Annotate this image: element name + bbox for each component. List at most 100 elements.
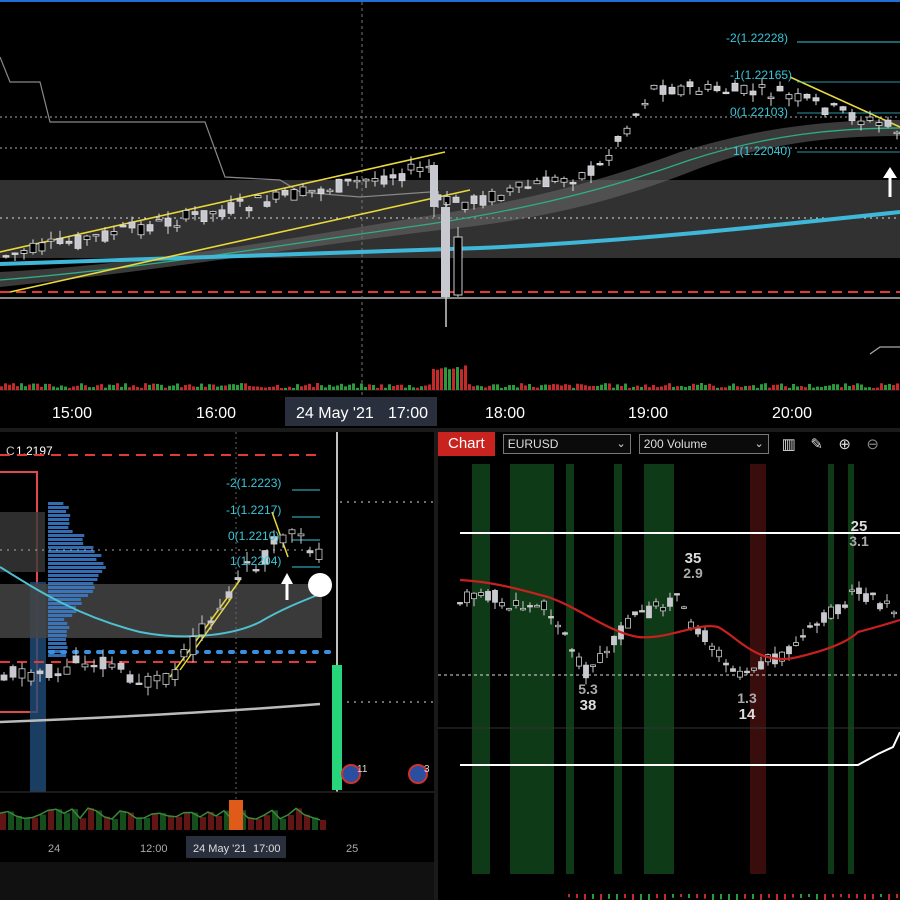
time-label-crosshair-time: 17:00 <box>253 843 281 855</box>
candle <box>870 592 876 601</box>
candle <box>279 533 287 548</box>
candle <box>740 84 748 97</box>
candle <box>492 588 498 609</box>
candle <box>416 161 424 178</box>
time-label-crosshair-date: 24 May '21 <box>296 405 374 422</box>
svg-text:3: 3 <box>424 764 430 775</box>
session-shading <box>472 464 854 874</box>
candle <box>776 81 784 92</box>
candle <box>306 546 314 557</box>
candle <box>464 588 470 607</box>
candle <box>639 604 645 613</box>
candle <box>614 135 622 148</box>
candle <box>542 170 550 188</box>
fib-label: 0(1.2210) <box>228 529 279 543</box>
time-label: 25 <box>346 843 358 855</box>
candle <box>812 93 820 106</box>
candle <box>723 659 729 673</box>
zoom-in-icon[interactable]: ⊕ <box>837 435 853 453</box>
top-chart-panel[interactable]: -2(1.22228) -1(1.22165) 0(1.22103) 1(1.2… <box>0 0 900 428</box>
candle <box>497 194 505 202</box>
candle <box>108 656 116 670</box>
fib-label: 1(1.22040) <box>733 144 791 158</box>
candle <box>63 658 71 675</box>
candle <box>2 254 10 259</box>
candle <box>835 604 841 620</box>
us-flag-event-icon[interactable]: 3 <box>408 764 430 784</box>
candle <box>578 171 586 181</box>
candle <box>72 647 80 664</box>
swing-annotation: 2.9 <box>683 565 703 581</box>
candle <box>856 581 862 601</box>
candle <box>623 125 631 137</box>
candle <box>54 667 62 683</box>
bottom-right-price-chart[interactable]: 35 2.9 25 3.1 5.3 38 1.3 14 <box>438 432 900 900</box>
candle <box>590 664 596 673</box>
symbol-select[interactable]: EURUSD ⌄ <box>502 434 631 454</box>
bottom-left-price-chart[interactable]: C 1.2197 -2(1.2223) -1(1.2217) 0(1.2210)… <box>0 432 434 900</box>
candle <box>877 601 883 612</box>
candle <box>135 673 143 685</box>
candle <box>650 84 658 91</box>
candle <box>335 178 343 193</box>
time-label: 16:00 <box>196 405 236 422</box>
time-label-crosshair-date: 24 May '21 <box>193 843 246 855</box>
candle <box>625 614 631 629</box>
swing-annotation: 14 <box>739 706 756 723</box>
candle <box>884 116 892 129</box>
candle <box>830 102 838 108</box>
candle <box>744 667 750 675</box>
swing-annotation: 5.3 <box>578 681 598 697</box>
fib-label: -1(1.22165) <box>730 68 792 82</box>
fib-label: -1(1.2217) <box>226 503 281 517</box>
chevron-down-icon: ⌄ <box>754 438 764 450</box>
svg-text:11: 11 <box>357 764 368 775</box>
candle <box>290 188 298 201</box>
candle <box>803 93 811 101</box>
draw-pencil-icon[interactable]: ✎ <box>809 435 825 453</box>
candle <box>81 655 89 671</box>
bottom-left-volume-bars <box>0 807 326 830</box>
interval-select[interactable]: 200 Volume ⌄ <box>638 434 769 454</box>
top-volume-bars <box>0 365 900 391</box>
candle <box>297 527 305 544</box>
candle <box>555 621 561 635</box>
candle <box>681 605 687 610</box>
candle <box>254 194 262 199</box>
time-label: 15:00 <box>52 405 92 422</box>
bottom-right-chart-panel[interactable]: 35 2.9 25 3.1 5.3 38 1.3 14 Chart EURUSD… <box>438 432 900 900</box>
candle <box>891 610 897 618</box>
candle <box>9 664 17 681</box>
candle <box>709 642 715 657</box>
candle <box>884 594 890 608</box>
time-label: 19:00 <box>628 405 668 422</box>
candlestick-icon[interactable]: ▥ <box>781 435 797 453</box>
candle <box>842 601 848 610</box>
time-label: 12:00 <box>140 843 168 855</box>
candle <box>18 662 26 687</box>
candle <box>180 643 188 662</box>
candle <box>800 628 806 641</box>
chart-tab[interactable]: Chart <box>438 432 495 456</box>
candle <box>126 670 134 685</box>
chart-toolbar: Chart EURUSD ⌄ 200 Volume ⌄ ▥ ✎ ⊕ ⊖ <box>438 432 900 456</box>
fib-label: -2(1.2223) <box>226 476 281 490</box>
candle <box>730 665 736 672</box>
candle <box>839 105 847 114</box>
fib-label: 0(1.22103) <box>730 105 788 119</box>
candle <box>576 652 582 670</box>
zoom-out-icon[interactable]: ⊖ <box>865 435 881 453</box>
candle <box>674 593 680 602</box>
candle <box>863 587 869 605</box>
candle <box>793 636 799 647</box>
candle <box>686 79 694 95</box>
candle <box>632 611 638 618</box>
us-flag-event-icon[interactable]: 11 <box>341 764 368 784</box>
bottom-left-chart-panel[interactable]: C 1.2197 -2(1.2223) -1(1.2217) 0(1.2210)… <box>0 432 434 900</box>
candle <box>814 621 820 634</box>
top-price-chart[interactable]: -2(1.22228) -1(1.22165) 0(1.22103) 1(1.2… <box>0 2 900 428</box>
swing-annotation: 38 <box>580 697 597 714</box>
candle <box>716 646 722 663</box>
candle <box>695 86 703 95</box>
marker-circle-icon[interactable] <box>308 573 332 597</box>
